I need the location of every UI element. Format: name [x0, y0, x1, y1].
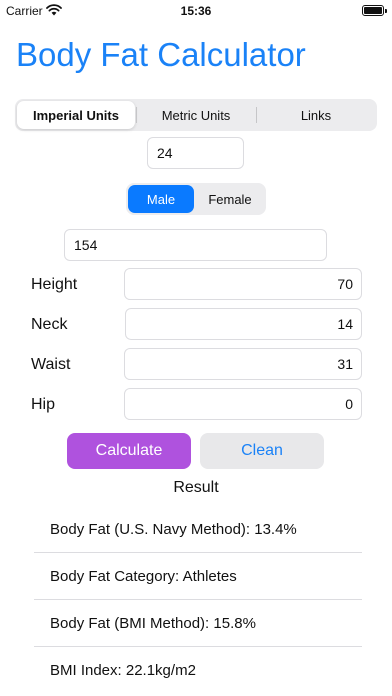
- height-label: Height: [31, 276, 78, 293]
- result-navy-body-fat: Body Fat (U.S. Navy Method): 13.4%: [34, 506, 362, 553]
- hip-field[interactable]: 0: [124, 388, 362, 420]
- status-bar: Carrier 15:36: [0, 0, 392, 22]
- age-value: 24: [157, 145, 173, 161]
- height-value: 70: [337, 276, 353, 292]
- result-body-fat-category: Body Fat Category: Athletes: [34, 553, 362, 600]
- neck-label: Neck: [31, 316, 68, 333]
- gender-female-option[interactable]: Female: [196, 185, 264, 213]
- calculate-button[interactable]: Calculate: [67, 433, 191, 469]
- battery-icon: [362, 5, 387, 16]
- neck-value: 14: [337, 316, 353, 332]
- hip-value: 0: [345, 396, 353, 412]
- tab-metric-units[interactable]: Metric Units: [137, 101, 255, 129]
- waist-label: Waist: [31, 356, 71, 373]
- hip-label: Hip: [31, 396, 56, 413]
- height-field[interactable]: 70: [124, 268, 362, 300]
- gender-male-option[interactable]: Male: [128, 185, 194, 213]
- page-title: Body Fat Calculator: [16, 36, 306, 73]
- clock: 15:36: [180, 4, 212, 18]
- result-bmi-index: BMI Index: 22.1kg/m2: [50, 662, 196, 679]
- result-heading: Result: [173, 479, 219, 496]
- tab-imperial-units[interactable]: Imperial Units: [17, 101, 135, 129]
- neck-field[interactable]: 14: [125, 308, 362, 340]
- result-bmi-body-fat: Body Fat (BMI Method): 15.8%: [34, 600, 362, 647]
- age-field[interactable]: 24: [147, 137, 244, 169]
- weight-field[interactable]: 154: [64, 229, 327, 261]
- tab-links[interactable]: Links: [257, 101, 375, 129]
- clean-button[interactable]: Clean: [200, 433, 324, 469]
- gender-segmented-control: Male Female: [126, 183, 266, 215]
- result-list: Body Fat (U.S. Navy Method): 13.4% Body …: [34, 506, 362, 694]
- waist-value: 31: [337, 356, 353, 372]
- weight-value: 154: [74, 237, 98, 253]
- waist-field[interactable]: 31: [124, 348, 362, 380]
- units-segmented-control: Imperial Units Metric Units Links: [15, 99, 377, 131]
